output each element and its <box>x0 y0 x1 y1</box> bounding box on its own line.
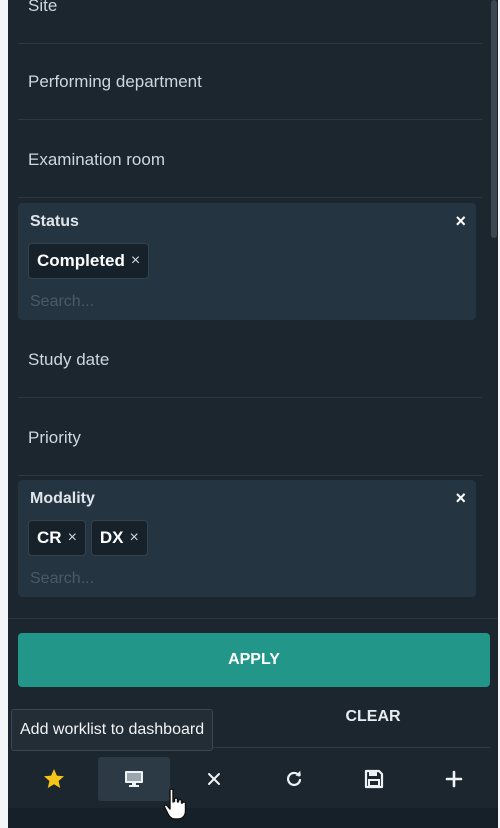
save-button[interactable] <box>338 757 410 801</box>
filter-status-chips: Completed × <box>28 243 150 279</box>
filter-examination-room[interactable]: Examination room <box>18 122 482 198</box>
filter-status-block: Status × Completed × <box>18 203 476 320</box>
scrollbar-thumb[interactable] <box>491 0 497 238</box>
filter-list: Site Performing department Examination r… <box>8 0 498 618</box>
star-icon <box>44 769 64 788</box>
refresh-icon <box>287 770 302 787</box>
close-icon <box>208 773 220 785</box>
filter-modality-chips: CR × DX × <box>28 520 148 556</box>
filter-site-label: Site <box>28 0 58 15</box>
chip-modality-dx: DX × <box>90 520 148 556</box>
close-worklist-button[interactable] <box>178 757 250 801</box>
plus-icon <box>445 770 463 788</box>
filter-status-close-icon[interactable]: × <box>455 211 466 232</box>
filter-footer: APPLY CLEAR Add worklist to dashboard <box>8 618 498 828</box>
chip-remove-icon[interactable]: × <box>130 529 139 547</box>
filter-site[interactable]: Site <box>18 0 482 44</box>
filter-examination-room-label: Examination room <box>28 149 166 169</box>
filter-performing-department[interactable]: Performing department <box>18 44 482 120</box>
left-edge-strip <box>0 0 8 828</box>
tooltip-text: Add worklist to dashboard <box>20 721 205 738</box>
add-button[interactable] <box>418 757 490 801</box>
filter-status-title: Status <box>30 213 79 230</box>
add-to-dashboard-button[interactable] <box>98 757 170 801</box>
filter-status-search-input[interactable] <box>30 291 460 313</box>
favorite-button[interactable] <box>18 757 90 801</box>
save-icon <box>364 769 384 789</box>
apply-button[interactable]: APPLY <box>18 633 490 687</box>
filter-modality-search-input[interactable] <box>30 568 460 590</box>
filter-modality-title: Modality <box>30 490 95 507</box>
filter-modality-close-icon[interactable]: × <box>455 488 466 509</box>
filter-priority-label: Priority <box>28 427 81 447</box>
bottom-bar <box>8 808 498 828</box>
filter-modality-block: Modality × CR × DX × <box>18 480 476 597</box>
filter-performing-department-label: Performing department <box>28 71 202 91</box>
dashboard-tooltip: Add worklist to dashboard <box>11 709 214 751</box>
filter-study-date[interactable]: Study date <box>18 322 482 398</box>
chip-modality-cr: CR × <box>28 520 86 556</box>
chip-status-completed: Completed × <box>28 243 150 279</box>
worklist-filter-panel: Site Performing department Examination r… <box>8 0 498 828</box>
filter-priority[interactable]: Priority <box>18 400 482 476</box>
filter-study-date-label: Study date <box>28 349 110 369</box>
chip-remove-icon[interactable]: × <box>68 529 77 547</box>
worklist-toolbar <box>18 757 490 801</box>
chip-label: Completed <box>37 251 125 270</box>
chip-label: DX <box>99 528 124 547</box>
chip-remove-icon[interactable]: × <box>131 252 140 270</box>
chip-label: CR <box>37 528 62 547</box>
clear-button[interactable]: CLEAR <box>258 699 488 735</box>
hand-cursor-icon <box>163 788 187 820</box>
monitor-icon <box>125 771 143 787</box>
refresh-button[interactable] <box>258 757 330 801</box>
